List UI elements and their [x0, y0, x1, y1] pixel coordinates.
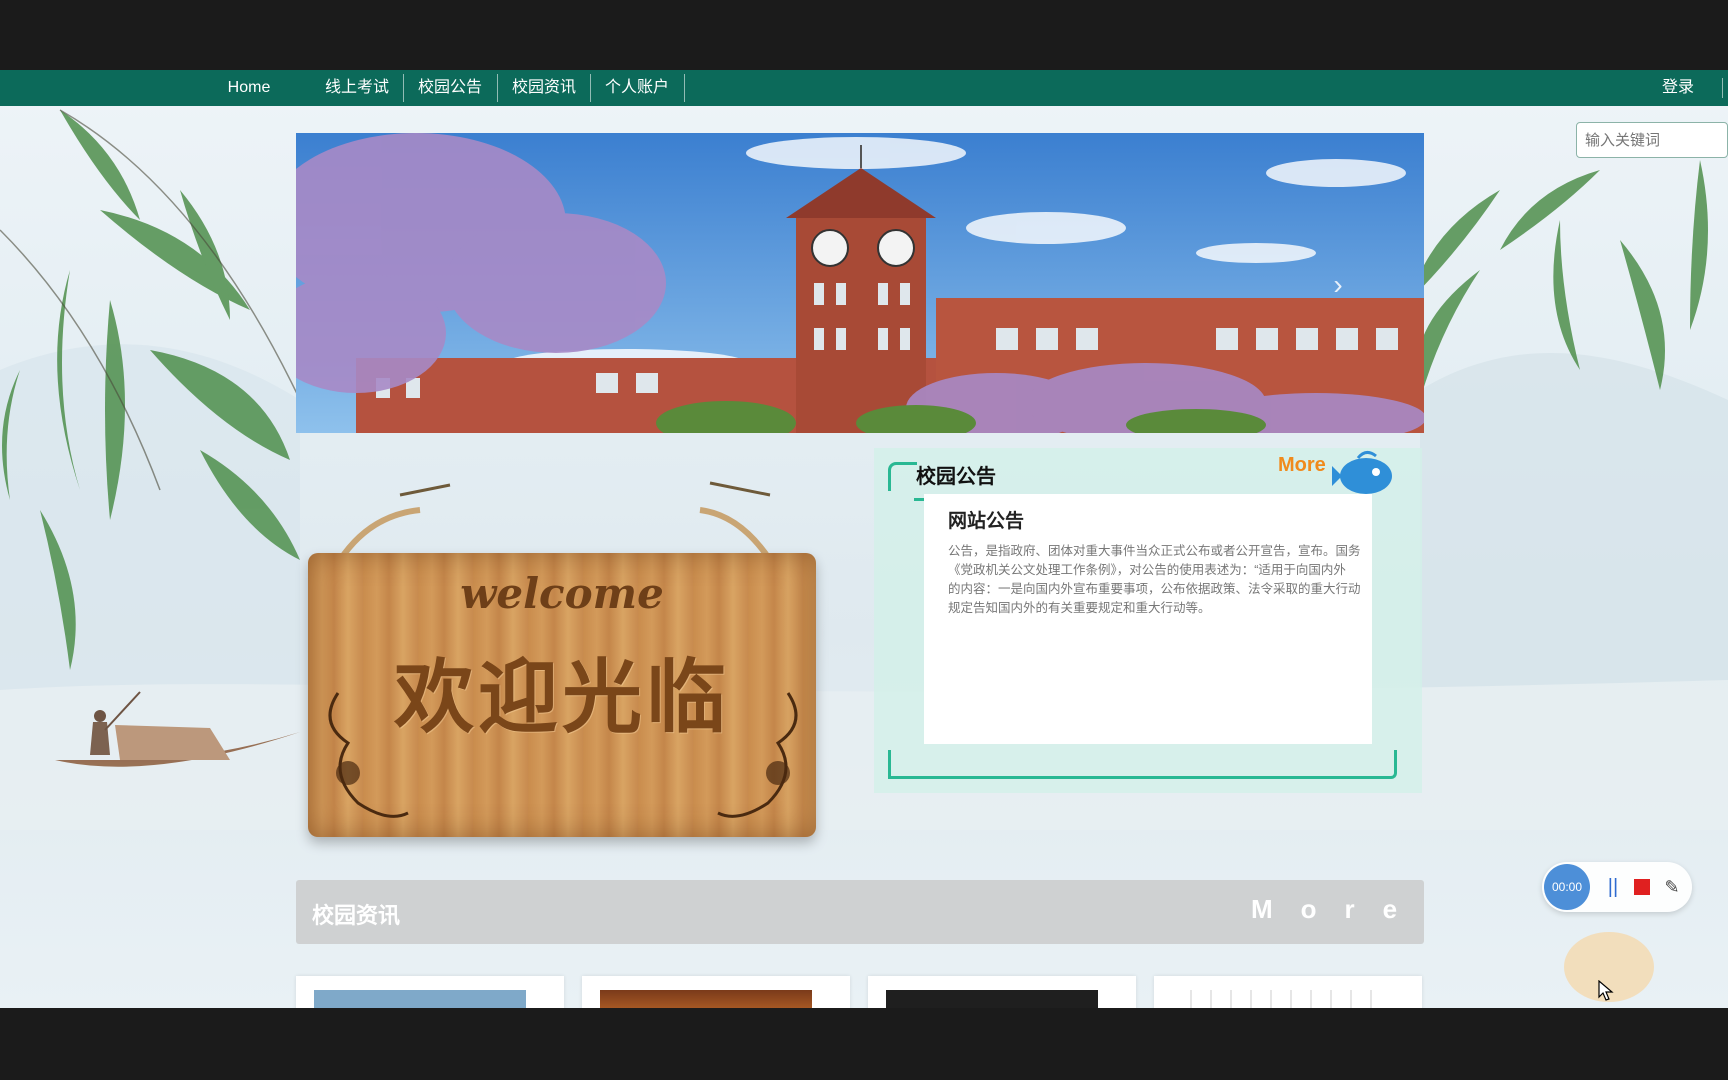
nav-divider — [497, 74, 498, 102]
notice-more-link[interactable]: More — [1278, 454, 1326, 477]
nav-home[interactable]: Home — [218, 70, 280, 106]
bottom-black-bar — [0, 1008, 1728, 1080]
news-card[interactable] — [868, 976, 1136, 1008]
notice-card-title: 网站公告 — [948, 511, 1025, 532]
news-more-link[interactable]: More — [1251, 894, 1425, 925]
carousel-next-arrow[interactable]: › — [1326, 270, 1350, 300]
lotus-carving-right — [717, 692, 798, 818]
campus-notice-panel: 校园公告 More 网站公告 公告，是指政府、团体对重大事件当众正式公布或者公开… — [874, 448, 1422, 793]
news-thumbnail — [600, 990, 812, 1008]
news-thumbnail — [886, 990, 1098, 1008]
sign-welcome-text: welcome — [460, 569, 664, 618]
main-nav: Home 线上考试 校园公告 校园资讯 个人账户 登录 — [0, 70, 1728, 106]
news-card[interactable] — [1154, 976, 1422, 1008]
notice-card[interactable]: 网站公告 公告，是指政府、团体对重大事件当众正式公布或者公开宣告，宣布。国务 《… — [924, 494, 1372, 744]
nav-divider — [684, 74, 685, 102]
banner-carousel[interactable] — [296, 133, 1424, 433]
page: Home 线上考试 校园公告 校园资讯 个人账户 登录 输入关键词 › welc… — [0, 70, 1728, 1008]
frame-corner — [1374, 750, 1397, 779]
screen-recorder-widget: 00:00 || ✎ — [1542, 862, 1692, 912]
nav-campus-notice[interactable]: 校园公告 — [414, 70, 486, 106]
frame-line — [914, 776, 1374, 779]
nav-divider — [590, 74, 591, 102]
nav-divider — [1722, 78, 1723, 98]
search-input[interactable] — [1576, 122, 1728, 158]
welcome-sign: welcome 欢迎光临 — [300, 455, 820, 837]
lotus-carving-left — [328, 692, 409, 818]
notice-panel-title: 校园公告 — [916, 466, 996, 488]
notice-line: 规定告知国内外的有关重要规定和重大行动等。 — [948, 601, 1211, 615]
notice-line: 《党政机关公文处理工作条例》，对公告的使用表述为：“适用于向国内外 — [948, 563, 1346, 577]
campus-news-header: 校园资讯 More — [296, 880, 1424, 944]
notice-line: 的内容：一是向国内外宣布重要事项，公布依据政策、法令采取的重大行动 — [948, 582, 1361, 596]
sign-board: welcome 欢迎光临 — [308, 553, 816, 837]
nav-divider — [403, 74, 404, 102]
frame-corner — [888, 750, 917, 779]
fish-icon — [1332, 451, 1392, 494]
banner-image — [296, 133, 1424, 433]
stop-icon[interactable] — [1634, 879, 1650, 895]
recorder-timer: 00:00 — [1544, 864, 1590, 910]
notice-card-body: 公告，是指政府、团体对重大事件当众正式公布或者公开宣告，宣布。国务 《党政机关公… — [948, 542, 1372, 622]
nav-personal-account[interactable]: 个人账户 — [601, 70, 673, 106]
news-section-title: 校园资讯 — [312, 903, 401, 928]
nav-campus-news[interactable]: 校园资讯 — [508, 70, 580, 106]
news-thumbnail — [314, 990, 526, 1008]
pen-icon[interactable]: ✎ — [1660, 874, 1684, 900]
pause-icon[interactable]: || — [1600, 875, 1626, 899]
nav-online-exam[interactable]: 线上考试 — [322, 70, 392, 106]
top-black-bar — [0, 0, 1728, 70]
news-card[interactable] — [296, 976, 564, 1008]
mouse-cursor-icon — [1598, 980, 1614, 1001]
login-link[interactable]: 登录 — [1656, 70, 1700, 106]
news-card[interactable] — [582, 976, 850, 1008]
frame-corner — [888, 462, 917, 491]
notice-line: 公告，是指政府、团体对重大事件当众正式公布或者公开宣告，宣布。国务 — [948, 544, 1361, 558]
news-thumbnail — [1172, 990, 1384, 1008]
